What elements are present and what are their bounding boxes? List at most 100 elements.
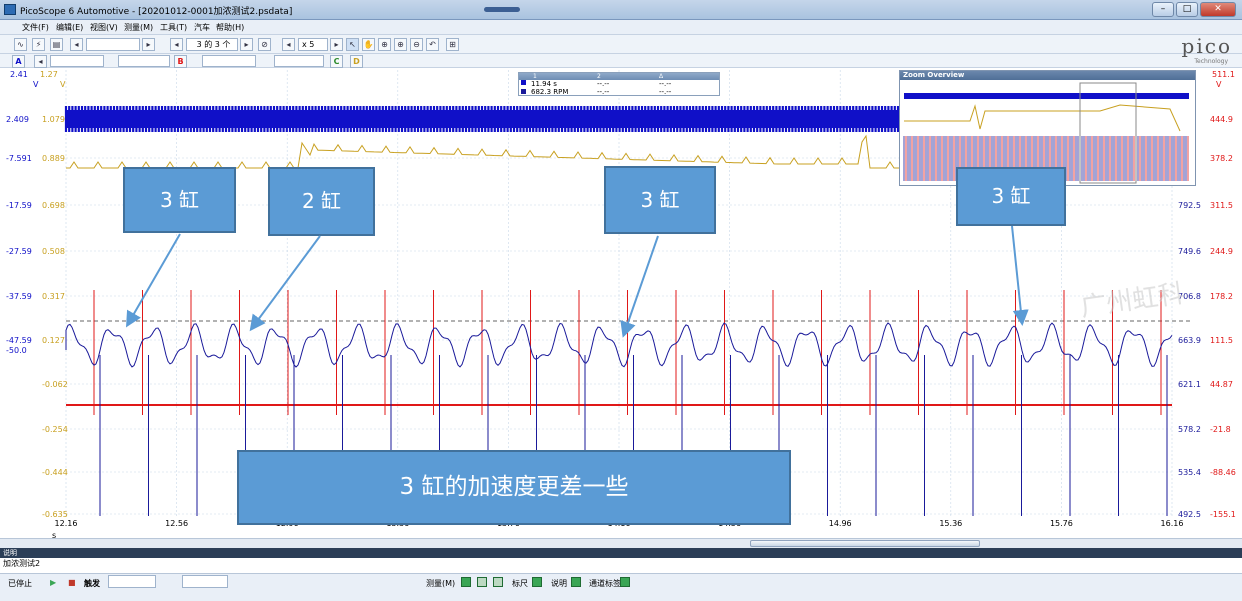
ruler-time-2: --.--	[597, 80, 610, 88]
note-label[interactable]: 说明	[551, 578, 567, 589]
timebase-select[interactable]	[86, 38, 140, 51]
title-bar: PicoScope 6 Automotive - [20201012-0001加…	[0, 0, 1242, 20]
callout-cyl3-a: 3 缸	[123, 167, 236, 233]
callout-cyl3-c: 3 缸	[956, 167, 1066, 226]
notes-text[interactable]: 加浓测试2	[0, 558, 1242, 574]
start-icon[interactable]: ▶	[50, 578, 56, 587]
range-a-prev-icon[interactable]: ◂	[34, 55, 47, 68]
delete-measure-icon[interactable]	[493, 577, 503, 587]
axis-b-tick: 444.9	[1210, 115, 1233, 124]
axis-d-tick: -0.444	[42, 468, 68, 477]
axis-d-header: 1.27	[40, 70, 58, 79]
channel-d-button[interactable]: D	[350, 55, 363, 68]
x-axis-tick: 15.76	[1049, 519, 1073, 528]
scrollbar-thumb[interactable]	[750, 540, 980, 547]
axis-b-tick: -155.1	[1210, 510, 1236, 519]
coupling-b-select[interactable]	[274, 55, 324, 67]
axis-d-tick: 0.317	[42, 292, 65, 301]
buffer-next-icon[interactable]: ▸	[240, 38, 253, 51]
axis-b-tick: 111.5	[1210, 336, 1233, 345]
axis-d-tick: 0.698	[42, 201, 65, 210]
x-axis-tick: 14.96	[828, 519, 852, 528]
note-icon[interactable]	[571, 577, 581, 587]
axis-rpm-tick: 621.1	[1178, 380, 1201, 389]
axis-b-tick: 378.2	[1210, 154, 1233, 163]
horizontal-scrollbar[interactable]	[0, 538, 1242, 548]
spectrum-icon[interactable]: ▤	[50, 38, 63, 51]
menu-tools[interactable]: 工具(T)	[160, 22, 187, 33]
window-grip[interactable]	[484, 7, 520, 12]
range-a-select[interactable]	[50, 55, 104, 67]
zoom-next-icon[interactable]: ▸	[330, 38, 343, 51]
stop-icon[interactable]: ■	[68, 578, 76, 587]
x-axis-tick: 12.16	[54, 519, 78, 528]
edit-measure-icon[interactable]	[477, 577, 487, 587]
minimize-button[interactable]: –	[1152, 2, 1174, 17]
hand-icon[interactable]: ✋	[362, 38, 375, 51]
scope-mode-icon[interactable]: ∿	[14, 38, 27, 51]
next-arrow-icon[interactable]: ▸	[142, 38, 155, 51]
axis-b-tick: 44.87	[1210, 380, 1233, 389]
axis-a-tick: -37.59	[6, 292, 32, 301]
range-b-select[interactable]	[202, 55, 256, 67]
zoom-overview-title: Zoom Overview	[900, 71, 1195, 80]
axis-a-tick: -47.59	[6, 336, 32, 345]
ruler-legend[interactable]: 1 2 Δ 11.94 s --.-- --.-- 682.3 RPM --.-…	[518, 72, 720, 96]
ruler-col3: Δ	[659, 73, 664, 80]
menu-help[interactable]: 帮助(H)	[216, 22, 244, 33]
axis-a-unit: V	[33, 80, 39, 89]
buffer-navigator-icon[interactable]: ⊘	[258, 38, 271, 51]
axis-d-tick: -0.635	[42, 510, 68, 519]
coupling-a-select[interactable]	[118, 55, 170, 67]
buffer-prev-icon[interactable]: ◂	[170, 38, 183, 51]
axis-a-tick: -7.591	[6, 154, 32, 163]
axis-rpm-tick: 578.2	[1178, 425, 1201, 434]
toolbar-channels: A ◂ B C D	[0, 54, 1242, 68]
measure-label[interactable]: 测量(M)	[426, 578, 455, 589]
trigger-label[interactable]: 触发	[84, 578, 100, 589]
menu-measure[interactable]: 测量(M)	[124, 22, 153, 33]
zoom-out-icon[interactable]: ⊖	[410, 38, 423, 51]
axis-d-tick: 0.889	[42, 154, 65, 163]
zoom-blue-band	[904, 93, 1189, 99]
x-axis-tick: 12.56	[165, 519, 189, 528]
zoom-in-x-icon[interactable]: ⊕	[394, 38, 407, 51]
axis-rpm-tick: 749.6	[1178, 247, 1201, 256]
zoom-prev-icon[interactable]: ◂	[282, 38, 295, 51]
zoom-in-icon[interactable]: ⊕	[378, 38, 391, 51]
maximize-button[interactable]: □	[1176, 2, 1198, 17]
axis-d-tick: 1.079	[42, 115, 65, 124]
pointer-icon[interactable]: ↖	[346, 38, 359, 51]
axis-b-header: 511.1	[1212, 70, 1235, 79]
axis-d-tick: 0.127	[42, 336, 65, 345]
ruler-label[interactable]: 标尺	[512, 578, 528, 589]
channel-a-button[interactable]: A	[12, 55, 25, 68]
menu-file[interactable]: 文件(F)	[22, 22, 49, 33]
add-measure-icon[interactable]	[461, 577, 471, 587]
prev-arrow-icon[interactable]: ◂	[70, 38, 83, 51]
channel-b-button[interactable]: B	[174, 55, 187, 68]
menu-edit[interactable]: 编辑(E)	[56, 22, 83, 33]
trigger-mode-select[interactable]	[108, 575, 156, 588]
close-button[interactable]: ✕	[1200, 2, 1236, 17]
axis-b-tick: -88.46	[1210, 468, 1236, 477]
ruler-time-delta: --.--	[659, 80, 672, 88]
channel-label-label[interactable]: 通道标签	[589, 578, 621, 589]
menu-view[interactable]: 视图(V)	[90, 22, 118, 33]
zoom-factor[interactable]: x 5	[298, 38, 328, 51]
callout-cyl3-b: 3 缸	[604, 166, 716, 234]
axis-rpm-tick: 663.9	[1178, 336, 1201, 345]
axis-rpm-tick: 492.5	[1178, 510, 1201, 519]
buffer-indicator[interactable]: 3 的 3 个	[186, 38, 238, 51]
persistence-icon[interactable]: ⚡	[32, 38, 45, 51]
ruler-icon[interactable]	[532, 577, 542, 587]
channel-c-button[interactable]: C	[330, 55, 343, 68]
menu-auto[interactable]: 汽车	[194, 22, 210, 33]
undo-zoom-icon[interactable]: ↶	[426, 38, 439, 51]
x-axis-tick: 16.16	[1160, 519, 1184, 528]
trigger-source-select[interactable]	[182, 575, 228, 588]
pico-logo-sub: Technology	[1194, 58, 1228, 65]
zoom-overview-icon[interactable]: ⊞	[446, 38, 459, 51]
channel-label-icon[interactable]	[620, 577, 630, 587]
ruler-rpm-2: --.--	[597, 88, 610, 96]
